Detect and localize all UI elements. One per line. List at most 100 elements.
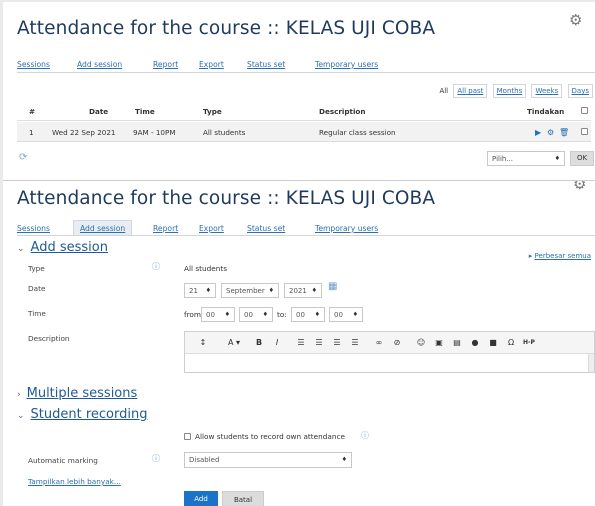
to-label: to: — [277, 310, 287, 319]
help-icon[interactable]: ⓘ — [152, 453, 160, 464]
student-recording-header[interactable]: ⌄ Student recording — [17, 407, 147, 422]
from-hour-select[interactable]: 00 ♦ — [201, 307, 235, 322]
gear-icon[interactable]: ⚙ — [573, 181, 586, 193]
view-days[interactable]: Days — [567, 84, 593, 98]
outdent-icon[interactable]: ☰ — [347, 336, 363, 350]
tab-export[interactable]: Export — [199, 224, 224, 233]
emoji-icon[interactable]: ☺ — [413, 336, 429, 350]
col-date: Date — [89, 107, 109, 116]
tab-add-session[interactable]: Add session — [77, 60, 122, 69]
image-icon[interactable]: ▣ — [431, 336, 447, 350]
view-weeks[interactable]: Weeks — [531, 84, 563, 98]
row-date: Wed 22 Sep 2021 — [52, 128, 116, 137]
type-value: All students — [184, 264, 228, 273]
col-number: # — [29, 107, 36, 116]
editor-toolbar: ↕ A ▾ B I ☰ ☰ ☰ ☰ ∞ ⊘ ☺ ▣ ▤ ● ■ Ω H-P — [185, 332, 594, 354]
col-actions: Tindakan — [527, 107, 565, 116]
automatic-marking-select[interactable]: Disabled ♦ — [184, 452, 352, 468]
unordered-list-icon[interactable]: ☰ — [293, 336, 309, 350]
to-hour-value: 00 — [296, 311, 305, 319]
allow-self-record-checkbox[interactable] — [184, 433, 191, 440]
refresh-icon[interactable]: ⟳ — [19, 152, 27, 163]
student-recording-heading: Student recording — [30, 407, 148, 422]
row-checkbox[interactable] — [581, 128, 588, 135]
tab-temporary-users[interactable]: Temporary users — [315, 224, 378, 233]
media-icon[interactable]: ▤ — [449, 336, 465, 350]
bulk-action-value: Pilih... — [492, 155, 514, 163]
time-label: Time — [28, 309, 46, 318]
view-filter: All All past Months Weeks Days — [436, 84, 593, 98]
tab-report[interactable]: Report — [153, 60, 178, 69]
month-select[interactable]: September ♦ — [221, 283, 279, 298]
chevron-down-icon: ♦ — [341, 456, 347, 463]
tab-status-set[interactable]: Status set — [247, 60, 285, 69]
year-value: 2021 — [289, 287, 307, 295]
multiple-sessions-heading: Multiple sessions — [26, 386, 138, 401]
cancel-button[interactable]: Batal — [222, 491, 264, 506]
add-session-panel: Attendance for the course :: KELAS UJI C… — [3, 180, 595, 506]
month-value: September — [226, 287, 265, 295]
link-icon[interactable]: ∞ — [371, 336, 387, 350]
toolbar-toggle-icon[interactable]: ↕ — [195, 336, 211, 350]
date-label: Date — [28, 284, 46, 293]
chevron-down-icon: ♦ — [352, 311, 358, 318]
add-session-heading: Add session — [30, 240, 108, 255]
add-session-header[interactable]: ⌄ Add session — [17, 240, 108, 255]
expand-all-link[interactable]: ▸ Perbesar semua — [529, 252, 591, 260]
view-all-past[interactable]: All past — [453, 84, 488, 98]
ordered-list-icon[interactable]: ☰ — [311, 336, 327, 350]
indent-icon[interactable]: ☰ — [329, 336, 345, 350]
page-title: Attendance for the course :: KELAS UJI C… — [17, 18, 436, 39]
description-editor[interactable]: ↕ A ▾ B I ☰ ☰ ☰ ☰ ∞ ⊘ ☺ ▣ ▤ ● ■ Ω H-P — [184, 331, 595, 373]
gear-icon[interactable]: ⚙ — [569, 11, 582, 29]
day-value: 21 — [189, 287, 198, 295]
chevron-down-icon: ♦ — [205, 287, 211, 294]
tab-add-session[interactable]: Add session — [73, 220, 133, 236]
select-all-checkbox[interactable] — [581, 107, 588, 114]
chevron-down-icon: ♦ — [262, 311, 268, 318]
tab-status-set[interactable]: Status set — [247, 224, 285, 233]
tab-temporary-users[interactable]: Temporary users — [315, 60, 378, 69]
chevron-down-icon: ♦ — [311, 287, 317, 294]
bold-icon[interactable]: B — [251, 336, 267, 350]
multiple-sessions-header[interactable]: › Multiple sessions — [17, 386, 137, 401]
unlink-icon[interactable]: ⊘ — [389, 336, 405, 350]
day-select[interactable]: 21 ♦ — [184, 283, 216, 298]
calendar-icon[interactable]: ▦ — [328, 281, 337, 292]
tab-export[interactable]: Export — [199, 60, 224, 69]
microphone-icon[interactable]: ● — [467, 336, 483, 350]
paragraph-style-icon[interactable]: A ▾ — [221, 336, 247, 350]
tab-report[interactable]: Report — [153, 224, 178, 233]
to-minute-value: 00 — [334, 311, 343, 319]
add-button[interactable]: Add — [184, 491, 218, 506]
italic-icon[interactable]: I — [269, 336, 285, 350]
help-icon[interactable]: ⓘ — [361, 430, 369, 441]
to-minute-select[interactable]: 00 ♦ — [329, 307, 363, 322]
bulk-action-select[interactable]: Pilih... ♦ — [487, 151, 565, 166]
tab-sessions[interactable]: Sessions — [17, 60, 50, 69]
ok-button[interactable]: OK — [570, 151, 594, 166]
view-months[interactable]: Months — [492, 84, 527, 98]
gear-icon[interactable]: ⚙ — [547, 128, 554, 137]
description-label: Description — [28, 334, 70, 343]
year-select[interactable]: 2021 ♦ — [284, 283, 322, 298]
col-description: Description — [319, 107, 366, 116]
row-description: Regular class session — [319, 128, 396, 137]
video-icon[interactable]: ■ — [485, 336, 501, 350]
collapse-icon: ⌄ — [17, 244, 25, 254]
help-icon[interactable]: ⓘ — [152, 261, 160, 272]
trash-icon[interactable]: 🗑 — [559, 128, 569, 137]
special-char-icon[interactable]: Ω — [503, 336, 519, 350]
play-icon[interactable]: ▶ — [535, 128, 541, 137]
to-hour-select[interactable]: 00 ♦ — [291, 307, 325, 322]
editor-scrollbar[interactable] — [588, 354, 594, 372]
tab-sessions[interactable]: Sessions — [17, 224, 50, 233]
automatic-marking-value: Disabled — [189, 456, 220, 464]
show-more-link[interactable]: Tampilkan lebih banyak... — [28, 477, 121, 486]
h5p-icon[interactable]: H-P — [521, 336, 537, 350]
tab-divider — [17, 235, 595, 236]
allow-self-record-label: Allow students to record own attendance — [195, 432, 345, 441]
row-time: 9AM - 10PM — [133, 128, 176, 137]
from-minute-select[interactable]: 00 ♦ — [239, 307, 273, 322]
tab-divider — [17, 72, 595, 73]
